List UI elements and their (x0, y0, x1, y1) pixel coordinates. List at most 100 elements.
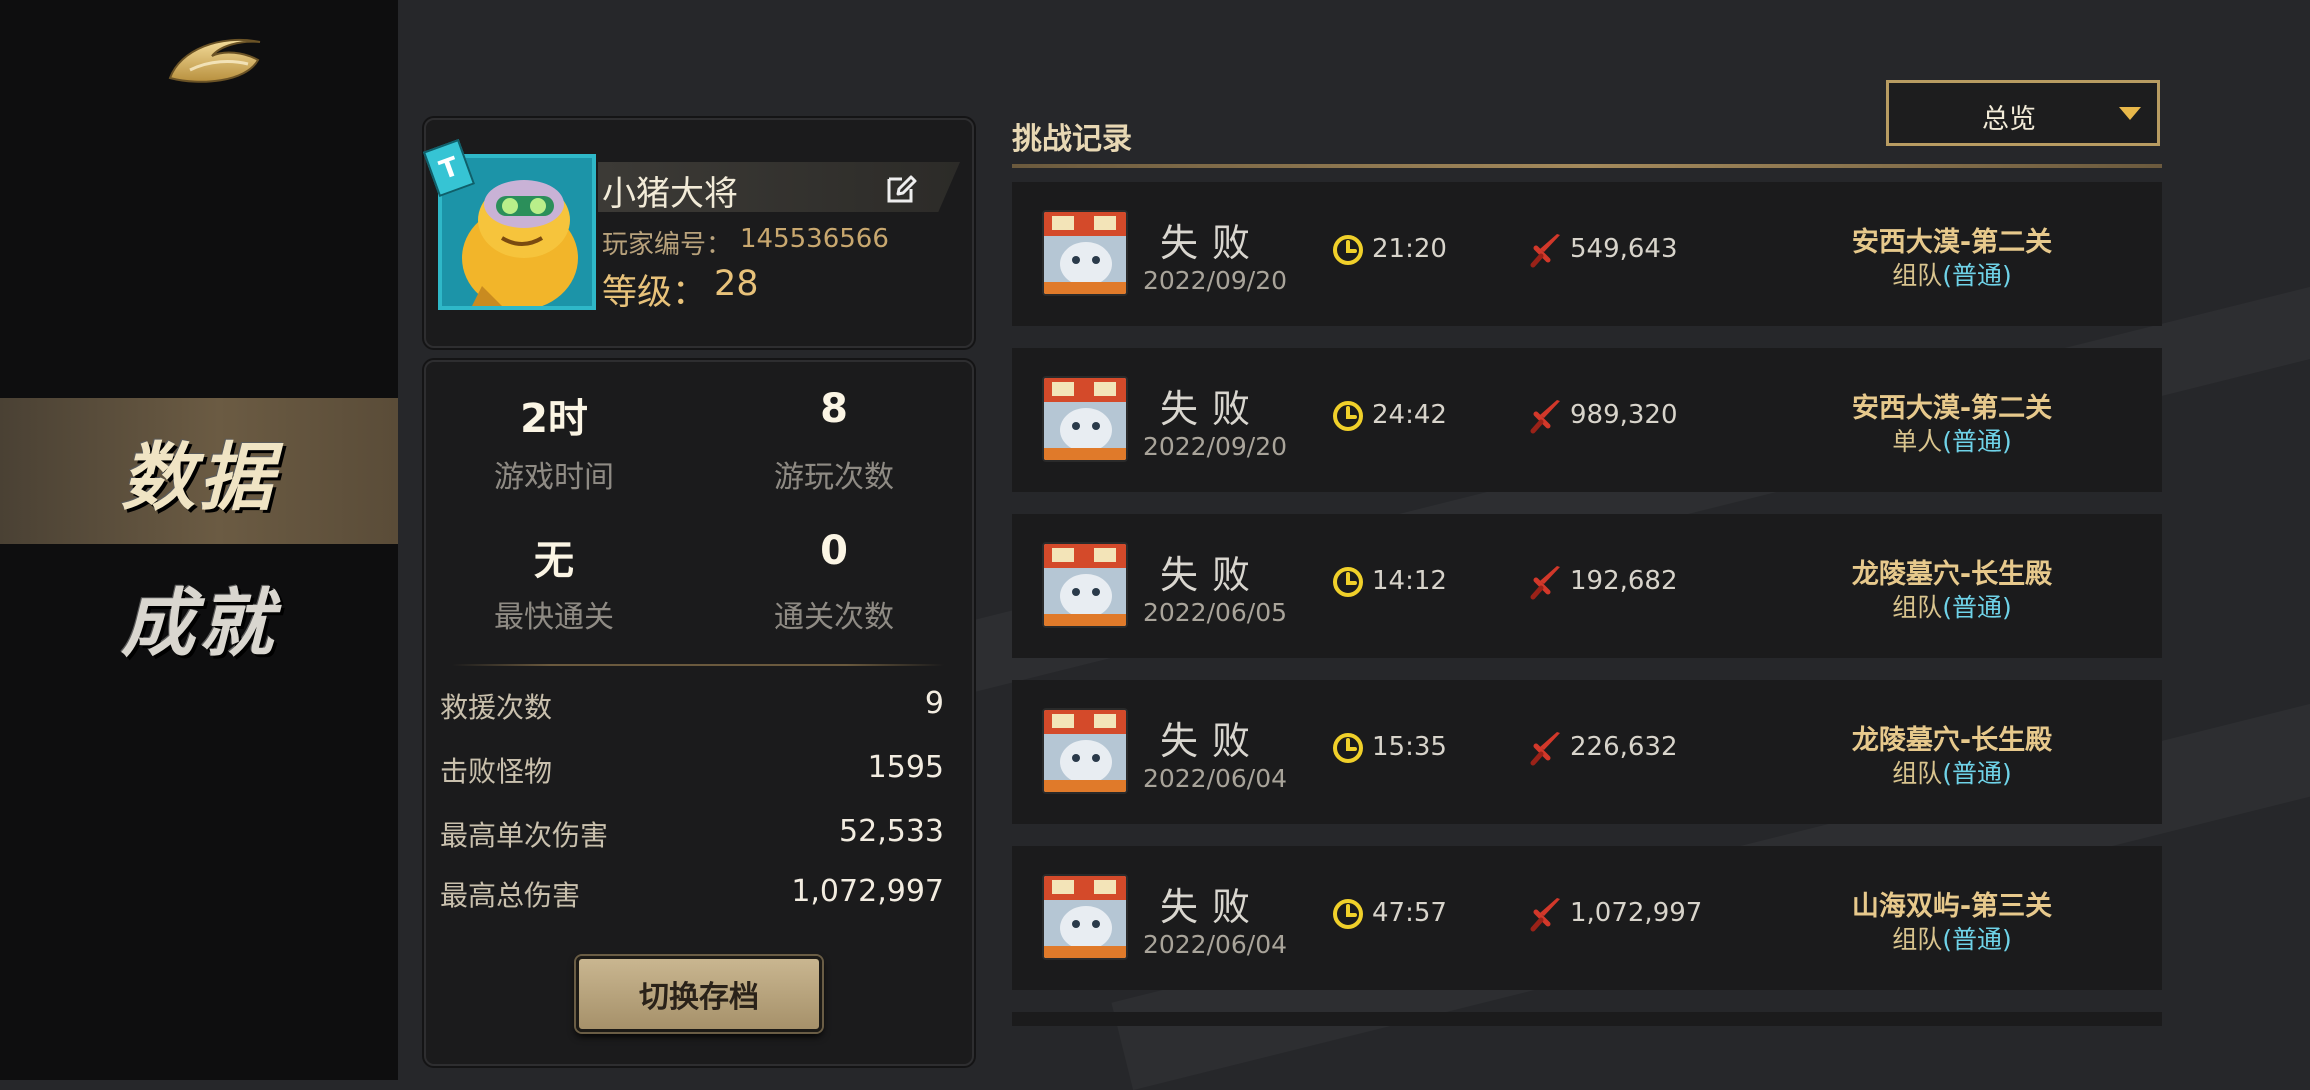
edit-icon[interactable] (884, 172, 918, 206)
records-title-underline (1012, 164, 2162, 168)
clock-icon (1333, 567, 1363, 597)
sword-icon (1530, 400, 1560, 434)
record-difficulty: (普通) (1942, 261, 2012, 290)
monsters-defeated-value: 1595 (867, 750, 944, 785)
record-damage: 1,072,997 (1570, 898, 1703, 928)
back-button[interactable] (160, 20, 270, 90)
play-count-value: 8 (820, 386, 848, 432)
clock-icon (1333, 401, 1363, 431)
record-mode: 组队(普通) (1812, 754, 2092, 790)
clock-icon (1333, 733, 1363, 763)
boss-portrait-icon (1044, 710, 1126, 792)
record-row[interactable]: 失败 2022/06/04 47:57 1,072,997 山海双屿-第三关 组… (1012, 846, 2162, 990)
record-row[interactable]: 失败 2022/06/05 14:12 192,682 龙陵墓穴-长生殿 组队(… (1012, 514, 2162, 658)
record-stage: 龙陵墓穴-长生殿 (1851, 725, 2053, 756)
record-damage: 989,320 (1570, 400, 1678, 430)
player-name: 小猪大将 (602, 174, 738, 214)
level-label: 等级： (602, 273, 708, 313)
max-total-damage-value: 1,072,997 (791, 874, 944, 909)
record-mode: 组队(普通) (1812, 256, 2092, 292)
record-result: 失败 (1159, 221, 1264, 265)
record-date: 2022/06/04 (1142, 930, 1288, 959)
player-id: 145536566 (740, 224, 889, 254)
record-stage: 龙陵墓穴-长生殿 (1851, 559, 2053, 590)
play-time-value: 2时 (520, 396, 588, 442)
boss-thumbnail (1042, 874, 1128, 960)
record-duration: 47:57 (1372, 898, 1447, 928)
sidebar-item-achievements[interactable]: 成就 (0, 544, 398, 690)
boss-portrait-icon (1044, 876, 1126, 958)
clear-count-label: 通关次数 (774, 600, 894, 635)
fastest-clear-value: 无 (534, 538, 574, 584)
record-mode: 单人(普通) (1812, 422, 2092, 458)
record-result: 失败 (1159, 553, 1264, 597)
chevron-down-icon (2119, 107, 2141, 120)
rescue-count-value: 9 (924, 686, 944, 721)
filter-selected-value: 总览 (1982, 104, 2036, 135)
records-filter-dropdown[interactable]: 总览 (1886, 80, 2160, 146)
return-swoosh-icon (168, 38, 261, 83)
record-stage: 山海双屿-第三关 (1851, 891, 2053, 922)
max-single-damage-value: 52,533 (839, 814, 944, 849)
clock-icon (1333, 235, 1363, 265)
records-title: 挑战记录 (1012, 122, 1132, 157)
boss-portrait-icon (1044, 212, 1126, 294)
max-total-damage-label: 最高总伤害 (440, 879, 581, 912)
sidebar: 数据 成就 (0, 0, 398, 1080)
boss-portrait-icon (1044, 378, 1126, 460)
record-row[interactable]: 失败 2022/09/20 21:20 549,643 安西大漠-第二关 组队(… (1012, 182, 2162, 326)
record-damage: 226,632 (1570, 732, 1678, 762)
record-damage: 192,682 (1570, 566, 1678, 596)
record-date: 2022/09/20 (1142, 266, 1288, 295)
rescue-count-label: 救援次数 (440, 691, 553, 724)
sword-icon (1530, 898, 1560, 932)
record-duration: 24:42 (1372, 400, 1447, 430)
record-row[interactable]: 失败 2022/06/04 15:35 226,632 龙陵墓穴-长生殿 组队(… (1012, 680, 2162, 824)
clock-icon (1333, 899, 1363, 929)
record-duration: 14:12 (1372, 566, 1447, 596)
play-time-label: 游戏时间 (494, 460, 614, 495)
stats-divider (452, 664, 944, 666)
record-date: 2022/09/20 (1142, 432, 1288, 461)
record-mode-type: 单人 (1892, 427, 1943, 456)
switch-save-button[interactable]: 切换存档 (576, 956, 822, 1032)
sword-icon (1530, 234, 1560, 268)
record-difficulty: (普通) (1942, 593, 2012, 622)
sidebar-item-label: 成就 (121, 580, 277, 667)
record-stage: 安西大漠-第二关 (1851, 393, 2053, 424)
play-count-label: 游玩次数 (774, 460, 894, 495)
record-mode-type: 组队 (1892, 593, 1943, 622)
boss-thumbnail (1042, 542, 1128, 628)
boss-thumbnail (1042, 708, 1128, 794)
record-date: 2022/06/05 (1142, 598, 1288, 627)
record-result: 失败 (1159, 885, 1264, 929)
record-duration: 21:20 (1372, 234, 1447, 264)
record-mode-type: 组队 (1892, 925, 1943, 954)
sword-icon (1530, 732, 1560, 766)
record-stage: 安西大漠-第二关 (1851, 227, 2053, 258)
record-mode: 组队(普通) (1812, 920, 2092, 956)
monsters-defeated-label: 击败怪物 (440, 755, 553, 788)
max-single-damage-label: 最高单次伤害 (440, 819, 609, 852)
sidebar-item-data[interactable]: 数据 (0, 398, 398, 544)
record-date: 2022/06/04 (1142, 764, 1288, 793)
sword-icon (1530, 566, 1560, 600)
boss-thumbnail (1042, 376, 1128, 462)
record-difficulty: (普通) (1942, 427, 2012, 456)
sidebar-item-label: 数据 (121, 434, 277, 521)
record-difficulty: (普通) (1942, 759, 2012, 788)
record-mode-type: 组队 (1892, 261, 1943, 290)
record-row-partial[interactable] (1012, 1012, 2162, 1026)
boss-thumbnail (1042, 210, 1128, 296)
player-id-label: 玩家编号： (602, 230, 733, 260)
clear-count-value: 0 (820, 528, 848, 574)
record-result: 失败 (1159, 719, 1264, 763)
record-row[interactable]: 失败 2022/09/20 24:42 989,320 安西大漠-第二关 单人(… (1012, 348, 2162, 492)
record-mode-type: 组队 (1892, 759, 1943, 788)
boss-portrait-icon (1044, 544, 1126, 626)
record-duration: 15:35 (1372, 732, 1447, 762)
record-damage: 549,643 (1570, 234, 1678, 264)
switch-save-label: 切换存档 (639, 980, 759, 1015)
record-result: 失败 (1159, 387, 1264, 431)
record-difficulty: (普通) (1942, 925, 2012, 954)
